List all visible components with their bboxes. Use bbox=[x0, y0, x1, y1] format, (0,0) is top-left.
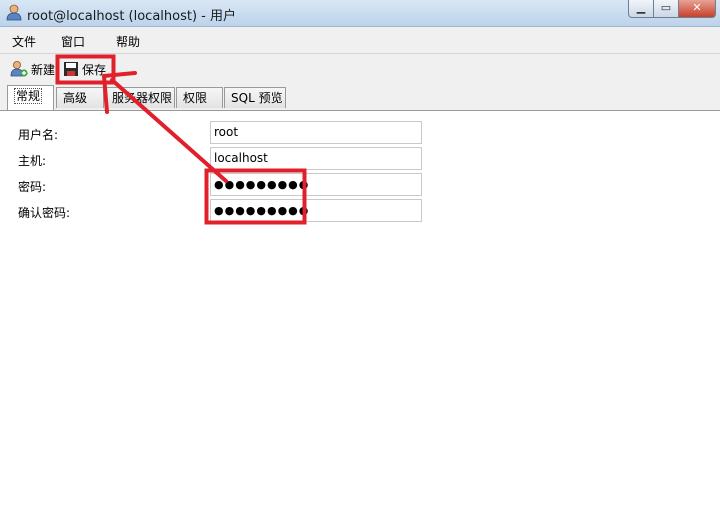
general-panel: 用户名: root 主机: localhost 密码: ●●●●●●●●● 确认… bbox=[0, 111, 720, 518]
tab-advanced-label: 高级 bbox=[63, 91, 88, 105]
menu-file[interactable]: 文件 bbox=[12, 33, 36, 50]
host-label: 主机: bbox=[18, 154, 47, 168]
user-icon bbox=[6, 4, 22, 21]
maximize-icon[interactable]: ▭ bbox=[653, 0, 679, 18]
confirm-password-field[interactable]: ●●●●●●●●● bbox=[210, 199, 422, 222]
title-bar: root@localhost (localhost) - 用户 ▁ ▭ ✕ bbox=[0, 0, 720, 27]
username-label: 用户名: bbox=[18, 128, 59, 142]
tab-privileges[interactable]: 权限 bbox=[176, 87, 223, 108]
tab-sql-preview-label: SQL 预览 bbox=[231, 91, 283, 105]
password-label: 密码: bbox=[18, 180, 47, 194]
menu-help[interactable]: 帮助 bbox=[116, 33, 140, 50]
minimize-icon[interactable]: ▁ bbox=[628, 0, 654, 18]
window-controls: ▁ ▭ ✕ bbox=[628, 0, 716, 18]
tab-general-label: 常规 bbox=[14, 88, 43, 104]
username-field[interactable]: root bbox=[210, 121, 422, 144]
tab-advanced[interactable]: 高级 bbox=[56, 87, 104, 108]
window-title: root@localhost (localhost) - 用户 bbox=[27, 9, 237, 24]
toolbar: 新建 保存 bbox=[0, 54, 720, 84]
tab-sql-preview[interactable]: SQL 预览 bbox=[224, 87, 286, 108]
tab-general[interactable]: 常规 bbox=[7, 85, 54, 110]
tab-strip: 常规 高级 服务器权限 权限 SQL 预览 bbox=[0, 84, 720, 111]
new-user-icon bbox=[10, 61, 28, 77]
close-icon[interactable]: ✕ bbox=[678, 0, 716, 18]
password-field[interactable]: ●●●●●●●●● bbox=[210, 173, 422, 196]
confirm-password-label: 确认密码: bbox=[18, 206, 71, 220]
menu-bar: 文件 窗口 帮助 bbox=[0, 27, 720, 54]
menu-window[interactable]: 窗口 bbox=[61, 33, 85, 50]
new-button-label: 新建 bbox=[31, 62, 56, 77]
floppy-disk-icon bbox=[64, 62, 78, 76]
save-button-label: 保存 bbox=[82, 62, 107, 77]
tab-server-privileges-label: 服务器权限 bbox=[112, 91, 173, 105]
tab-server-privileges[interactable]: 服务器权限 bbox=[105, 87, 175, 108]
new-button[interactable]: 新建 bbox=[10, 58, 55, 80]
tab-privileges-label: 权限 bbox=[183, 91, 208, 105]
save-button[interactable]: 保存 bbox=[63, 58, 106, 80]
host-field[interactable]: localhost bbox=[210, 147, 422, 170]
